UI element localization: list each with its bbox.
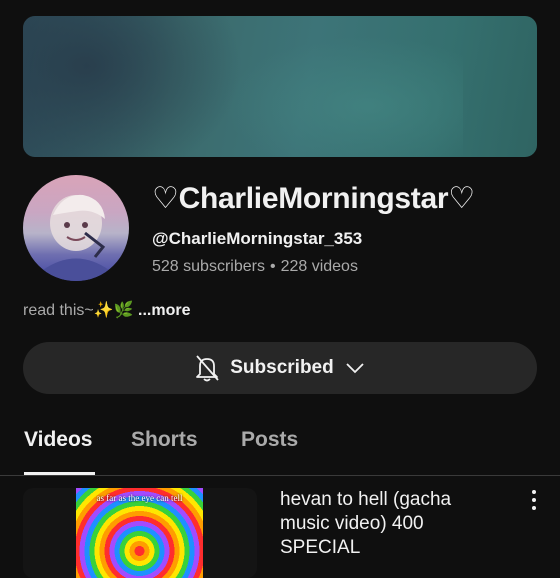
channel-stats: 528 subscribers • 228 videos	[152, 258, 358, 276]
video-thumbnail[interactable]: as far as the eye can tell	[23, 488, 257, 578]
tab-videos[interactable]: Videos	[24, 428, 92, 452]
more-options-icon[interactable]	[527, 490, 541, 514]
more-link[interactable]: ...more	[138, 302, 190, 319]
channel-banner	[23, 16, 537, 157]
video-count: 228 videos	[280, 258, 358, 275]
subscribed-button[interactable]: Subscribed	[23, 342, 537, 394]
channel-name: ♡CharlieMorningstar♡	[152, 182, 475, 215]
description-text: read this~✨🌿	[23, 302, 134, 319]
channel-description[interactable]: read this~✨🌿 ...more	[23, 300, 190, 320]
thumbnail-caption: as far as the eye can tell	[96, 493, 183, 503]
subscribed-label: Subscribed	[230, 357, 334, 378]
stats-separator: •	[269, 258, 276, 275]
video-list-item[interactable]: as far as the eye can tell hevan to hell…	[0, 476, 560, 578]
tab-posts[interactable]: Posts	[241, 428, 298, 452]
bell-off-icon	[194, 354, 220, 382]
channel-tabs: Videos Shorts Posts	[0, 420, 560, 476]
channel-avatar[interactable]	[23, 175, 129, 281]
video-title[interactable]: hevan to hell (gacha music video) 400 SP…	[280, 488, 495, 560]
channel-handle: @CharlieMorningstar_353	[152, 229, 363, 248]
thumbnail-image: as far as the eye can tell	[76, 488, 203, 578]
subscriber-count: 528 subscribers	[152, 258, 265, 275]
tab-shorts[interactable]: Shorts	[131, 428, 198, 452]
avatar-image	[43, 194, 109, 281]
chevron-down-icon	[344, 361, 366, 375]
